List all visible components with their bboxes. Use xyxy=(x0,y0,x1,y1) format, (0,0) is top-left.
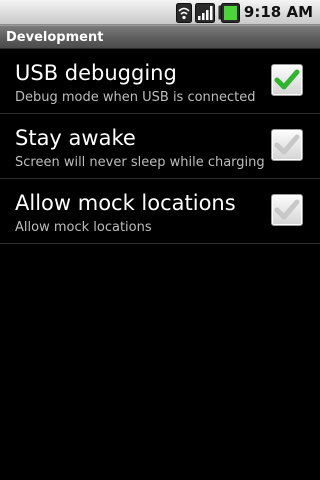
checkmark-icon xyxy=(274,69,300,90)
pref-allow-mock-locations[interactable]: Allow mock locations Allow mock location… xyxy=(0,179,320,244)
pref-usb-debugging[interactable]: USB debugging Debug mode when USB is con… xyxy=(0,49,320,114)
pref-summary: Debug mode when USB is connected xyxy=(15,90,256,105)
checkmark-icon xyxy=(274,134,300,155)
stay-awake-checkbox[interactable] xyxy=(271,129,303,161)
status-time: 9:18 AM xyxy=(243,3,313,21)
signal-icon xyxy=(195,2,215,23)
usb-debugging-checkbox[interactable] xyxy=(271,64,303,96)
pref-summary: Screen will never sleep while charging xyxy=(15,155,265,170)
pref-title: USB debugging xyxy=(15,61,177,85)
pref-title: Allow mock locations xyxy=(15,191,236,215)
pref-title: Stay awake xyxy=(15,126,136,150)
allow-mock-locations-checkbox[interactable] xyxy=(271,194,303,226)
title-bar: Development xyxy=(0,25,320,49)
checkmark-icon xyxy=(274,199,300,220)
status-bar: 9:18 AM xyxy=(0,0,320,25)
page-title: Development xyxy=(6,30,104,45)
pref-stay-awake[interactable]: Stay awake Screen will never sleep while… xyxy=(0,114,320,179)
preference-list: USB debugging Debug mode when USB is con… xyxy=(0,49,320,244)
battery-icon xyxy=(218,2,240,23)
status-icons xyxy=(176,2,243,23)
wifi-icon xyxy=(176,2,192,23)
pref-summary: Allow mock locations xyxy=(15,220,152,235)
